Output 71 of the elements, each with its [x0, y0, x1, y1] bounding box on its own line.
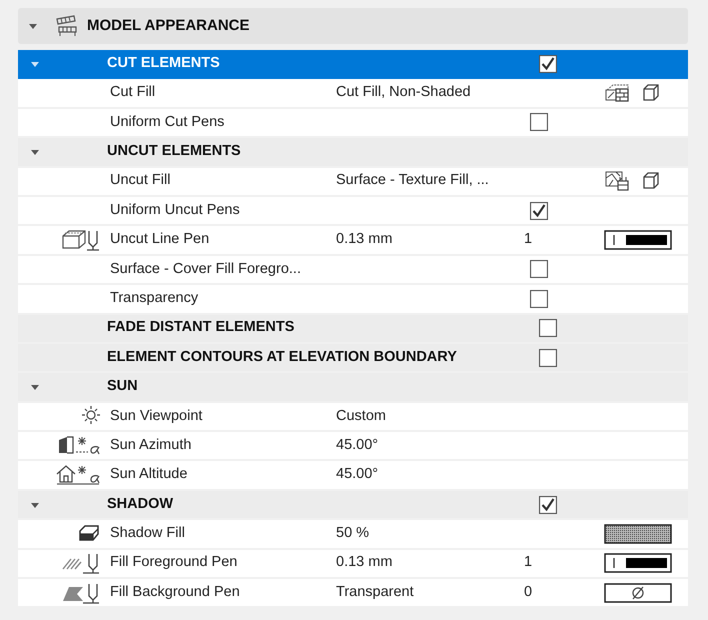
property-label: Fill Background Pen [109, 582, 241, 602]
group-row[interactable]: CUT ELEMENTS [18, 50, 688, 80]
property-value: 0.13 mm [336, 230, 392, 250]
property-label: Sun Altitude [109, 465, 188, 484]
pen-weight-swatch [604, 230, 672, 250]
group-row[interactable]: SHADOW [18, 490, 688, 520]
collapse-arrow-icon[interactable] [30, 500, 40, 509]
property-row[interactable]: Sun Altitude 45.00° [18, 461, 688, 491]
group-label: CUT ELEMENTS [107, 54, 221, 73]
property-row[interactable]: Fill Background Pen Transparent 0 [18, 579, 688, 608]
group-label: SUN [107, 377, 139, 396]
property-row[interactable]: Uncut Line Pen 0.13 mm 1 [18, 226, 688, 256]
property-row[interactable]: Transparency [18, 285, 688, 315]
group-label: UNCUT ELEMENTS [107, 142, 242, 161]
property-label: Uncut Line Pen [109, 230, 210, 250]
collapse-arrow-icon[interactable] [30, 148, 40, 156]
dotted-fill-swatch [604, 524, 672, 544]
group-row[interactable]: SUN [18, 373, 688, 403]
property-row[interactable]: Sun Azimuth 45.00° [18, 432, 688, 462]
property-label: Surface - Cover Fill Foregro... [109, 260, 302, 279]
house-sun-icon [55, 463, 101, 488]
property-label: Sun Azimuth [109, 436, 192, 455]
property-row[interactable]: Uniform Uncut Pens [18, 196, 688, 226]
group-row[interactable]: ELEMENT CONTOURS AT ELEVATION BOUNDARY [18, 344, 688, 374]
property-label: Shadow Fill [109, 524, 186, 544]
box-pen-icon [61, 228, 101, 252]
collapse-arrow-icon[interactable] [28, 22, 38, 30]
property-row[interactable]: Uniform Cut Pens [18, 108, 688, 138]
property-value: 45.00° [336, 465, 378, 484]
property-row[interactable]: Fill Foreground Pen 0.13 mm 1 [18, 550, 688, 580]
group-label: FADE DISTANT ELEMENTS [107, 318, 296, 338]
checkbox[interactable] [539, 54, 557, 73]
property-row[interactable]: Sun Viewpoint Custom [18, 402, 688, 432]
pen-number: 1 [524, 553, 532, 572]
property-value: Surface - Texture Fill, ... [336, 171, 489, 190]
property-label: Uncut Fill [109, 171, 172, 190]
property-label: Cut Fill [109, 83, 156, 102]
property-label: Fill Foreground Pen [109, 553, 238, 572]
group-label: ELEMENT CONTOURS AT ELEVATION BOUNDARY [107, 348, 458, 367]
checkbox[interactable] [530, 202, 548, 220]
group-label: SHADOW [107, 494, 174, 514]
property-label: Uniform Uncut Pens [109, 200, 241, 220]
hatch-pen-icon [61, 551, 101, 576]
group-row[interactable]: FADE DISTANT ELEMENTS [18, 314, 688, 344]
property-value: Cut Fill, Non-Shaded [336, 83, 471, 102]
pen-number: 1 [524, 230, 532, 250]
pen-number: 0 [524, 582, 532, 602]
checkbox[interactable] [539, 319, 557, 338]
checkbox[interactable] [530, 260, 548, 278]
group-row[interactable]: UNCUT ELEMENTS [18, 138, 688, 168]
property-label: Transparency [109, 288, 200, 308]
checkbox[interactable] [539, 348, 557, 367]
property-row[interactable]: Uncut Fill Surface - Texture Fill, ... [18, 168, 688, 197]
checkbox[interactable] [530, 113, 548, 132]
property-label: Uniform Cut Pens [109, 112, 226, 132]
property-value: 50 % [336, 524, 370, 544]
collapse-arrow-icon[interactable] [30, 60, 40, 68]
panel-title: MODEL APPEARANCE [87, 16, 250, 36]
pen-weight-swatch [604, 553, 672, 574]
property-label: Sun Viewpoint [109, 406, 204, 426]
property-value: 45.00° [336, 436, 378, 455]
checkbox[interactable] [530, 290, 548, 308]
property-row[interactable]: Cut Fill Cut Fill, Non-Shaded [18, 79, 688, 109]
property-value: Transparent [336, 582, 414, 602]
property-value: Custom [336, 406, 386, 426]
checkbox[interactable] [539, 496, 557, 514]
empty-pen-swatch [604, 582, 672, 603]
property-row[interactable]: Shadow Fill 50 % [18, 520, 688, 550]
property-value: 0.13 mm [336, 553, 392, 572]
property-row[interactable]: Surface - Cover Fill Foregro... [18, 256, 688, 286]
collapse-arrow-icon[interactable] [30, 382, 40, 391]
